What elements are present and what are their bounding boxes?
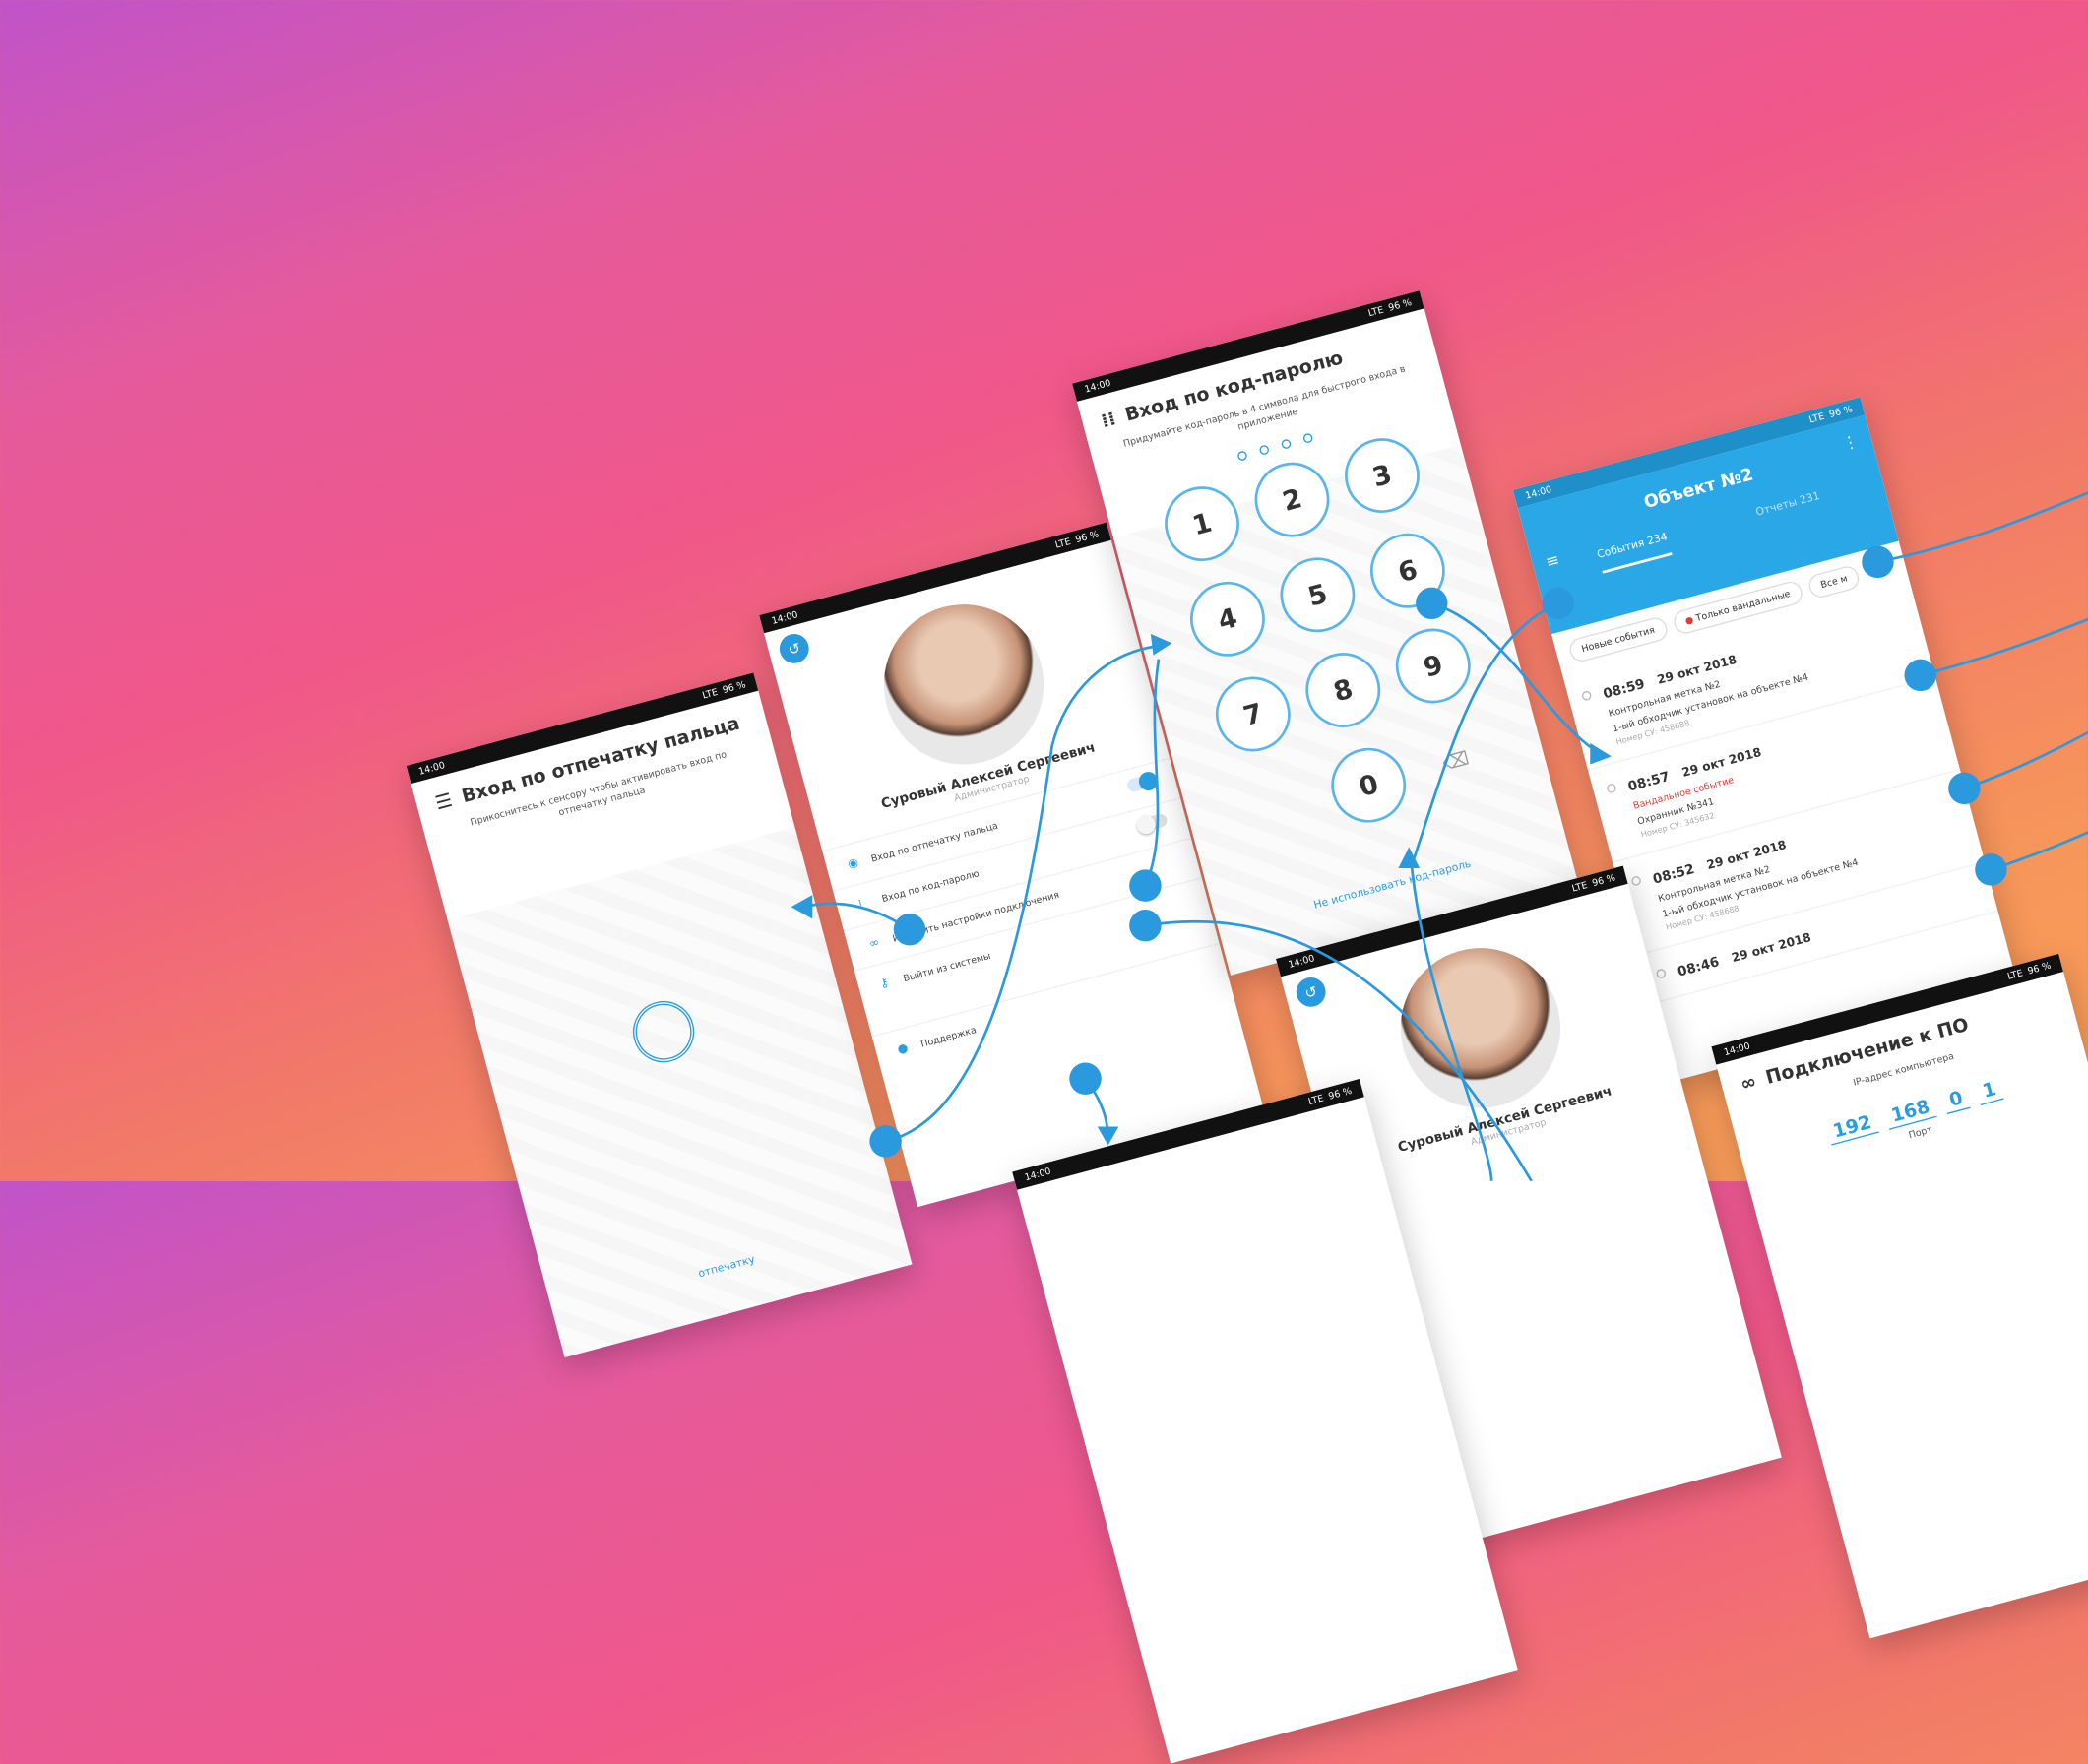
hotspot[interactable] bbox=[1975, 853, 2007, 886]
flow-lines bbox=[791, 491, 2088, 1181]
hotspot[interactable] bbox=[1129, 869, 1162, 902]
hotspot[interactable] bbox=[1904, 659, 1936, 692]
arrow-head bbox=[1097, 1126, 1119, 1146]
arrow-head bbox=[1590, 742, 1612, 765]
arrow-head bbox=[1150, 633, 1172, 656]
arrow-head bbox=[791, 895, 813, 919]
hotspot[interactable] bbox=[1416, 587, 1448, 620]
hotspot[interactable] bbox=[1542, 587, 1575, 620]
hotspot[interactable] bbox=[1948, 772, 1981, 805]
hotspot[interactable] bbox=[1129, 909, 1162, 942]
hotspot[interactable] bbox=[1862, 545, 1894, 579]
hotspot[interactable] bbox=[1069, 1062, 1102, 1096]
hotspot[interactable] bbox=[869, 1125, 902, 1158]
hotspot[interactable] bbox=[893, 914, 926, 946]
showcase-stage: 14:00 LTE 96 % ☰ Вход по отпечатку пальца… bbox=[0, 0, 2088, 1764]
